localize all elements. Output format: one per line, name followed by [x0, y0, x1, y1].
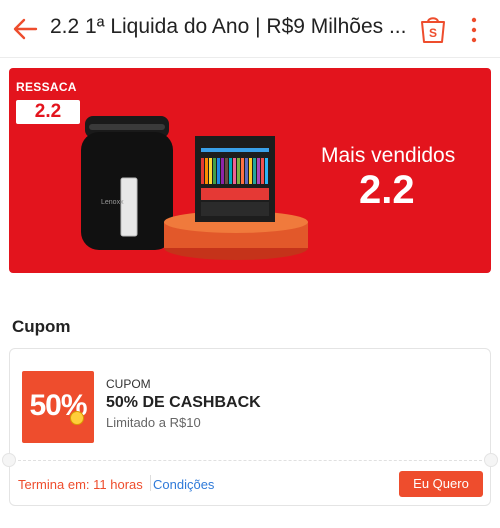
card-notch-left — [2, 453, 16, 467]
svg-text:S: S — [429, 26, 437, 40]
coupon-label: CUPOM — [106, 377, 151, 391]
ressaca-event-badge: 2.2 — [16, 100, 80, 124]
page-title: 2.2 1ª Liquida do Ano | R$9 Milhões ... — [50, 15, 407, 38]
more-options-icon[interactable] — [466, 16, 482, 44]
back-arrow-icon[interactable] — [10, 14, 40, 44]
expiry-text: Termina em: 11 horas — [18, 477, 143, 492]
separator — [150, 475, 151, 491]
coupon-section: Cupom 50% CUPOM 50% DE CASHBACK Limitado… — [0, 288, 500, 528]
claim-coupon-button[interactable]: Eu Quero — [399, 471, 483, 497]
section-heading: Cupom — [12, 317, 71, 336]
coupon-card: 50% CUPOM 50% DE CASHBACK Limitado a R$1… — [2, 348, 498, 506]
conditions-link[interactable]: Condições — [153, 477, 214, 492]
dashed-divider — [18, 460, 482, 461]
promo-banner[interactable]: RESSACA 2.2 Lenoxx Mais vendidos 2.2 — [9, 68, 491, 273]
coupon-title: 50% DE CASHBACK — [106, 394, 261, 411]
color-pencils-image — [195, 136, 275, 222]
coin-icon — [70, 411, 84, 425]
coupon-limit: Limitado a R$10 — [106, 415, 201, 430]
banner-section: RESSACA 2.2 Lenoxx Mais vendidos 2.2 — [0, 58, 500, 288]
cashback-badge: 50% — [22, 371, 94, 443]
air-fryer-brand: Lenoxx — [101, 199, 124, 206]
event-number: 2.2 — [359, 168, 415, 212]
top-bar: 2.2 1ª Liquida do Ano | R$9 Milhões ... … — [0, 0, 500, 58]
shopping-bag-icon[interactable]: S — [419, 14, 447, 44]
mais-vendidos-text: Mais vendidos — [321, 144, 456, 167]
ressaca-label: RESSACA — [16, 80, 77, 94]
pencil-rows — [201, 158, 268, 184]
card-notch-right — [484, 453, 498, 467]
